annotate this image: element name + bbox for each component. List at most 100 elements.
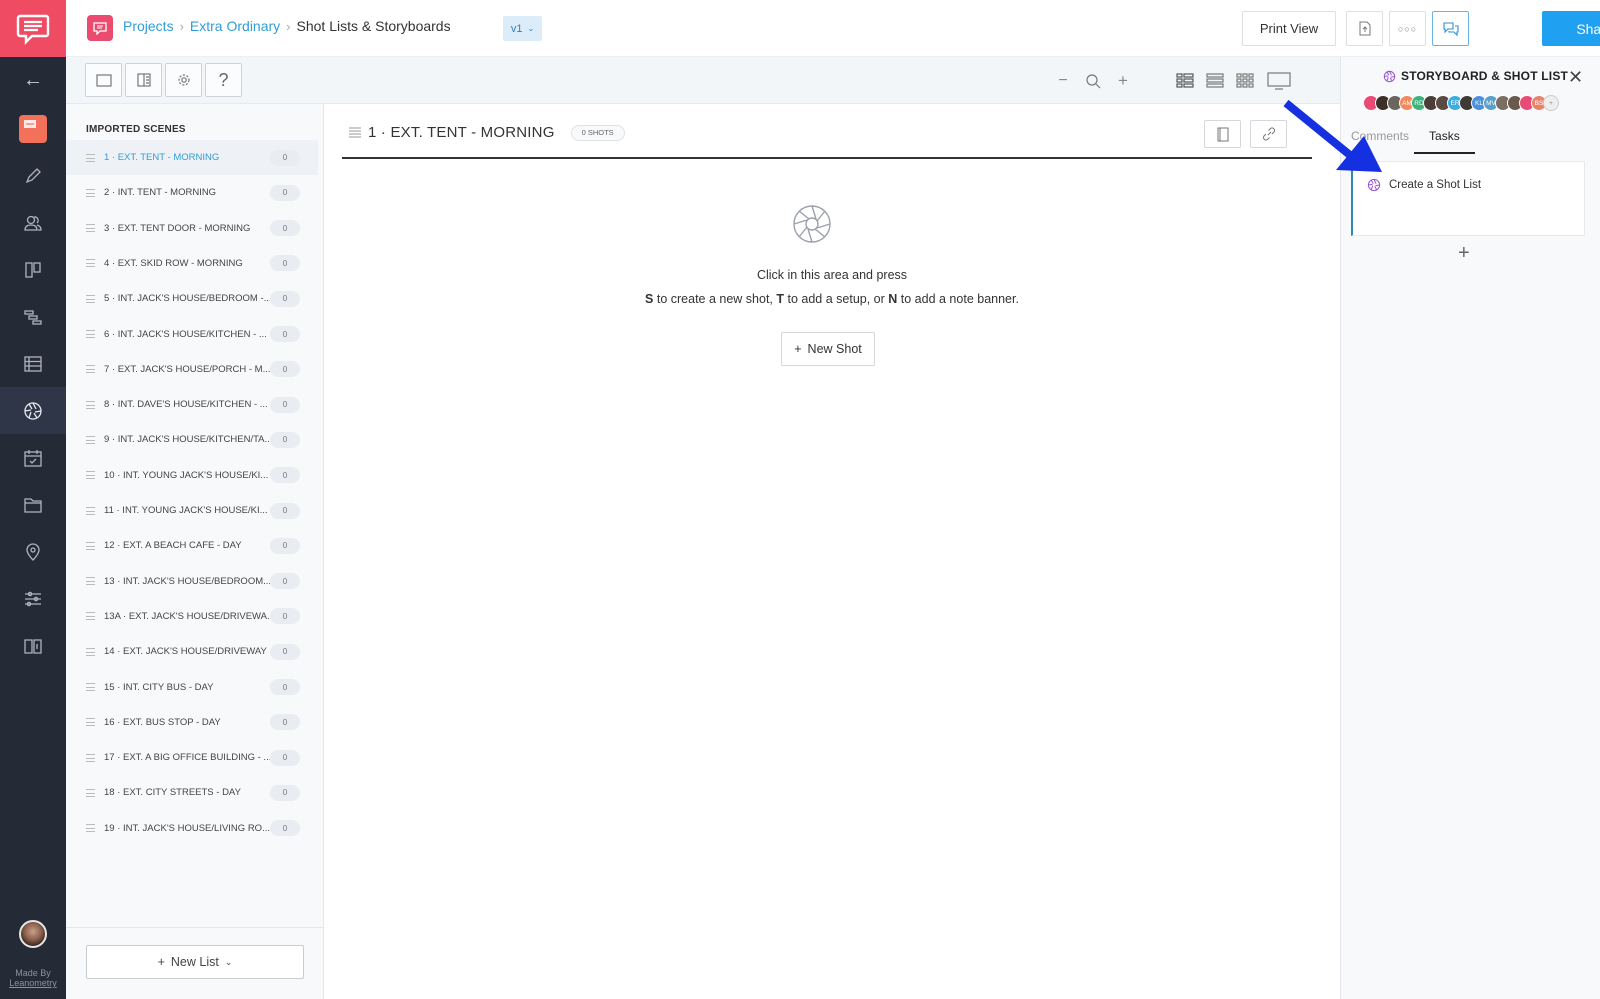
share-button[interactable]: Share bbox=[1542, 11, 1600, 46]
settings-button[interactable] bbox=[165, 63, 202, 97]
drag-handle-icon[interactable] bbox=[86, 824, 95, 833]
tab-tasks[interactable]: Tasks bbox=[1429, 129, 1460, 143]
drag-handle-icon[interactable] bbox=[86, 753, 95, 762]
new-list-button[interactable]: + New List ⌄ bbox=[86, 945, 304, 979]
chevron-down-icon: ⌄ bbox=[527, 24, 535, 33]
shot-count-badge: 0 bbox=[270, 184, 300, 201]
scene-list-item[interactable]: 12 · EXT. A BEACH CAFE - DAY 0 bbox=[66, 528, 318, 563]
print-view-button[interactable]: Print View bbox=[1242, 11, 1336, 46]
zoom-out-button[interactable]: − bbox=[1052, 71, 1074, 91]
scene-list-item[interactable]: 4 · EXT. SKID ROW - MORNING 0 bbox=[66, 246, 318, 281]
rail-item-breakdown[interactable] bbox=[0, 340, 66, 387]
drag-handle-icon[interactable] bbox=[86, 224, 95, 233]
more-button[interactable]: ○○○ bbox=[1389, 11, 1426, 46]
zoom-reset-button[interactable] bbox=[1082, 71, 1104, 91]
comments-toggle-button[interactable] bbox=[1432, 11, 1469, 46]
new-shot-button[interactable]: + New Shot bbox=[781, 332, 875, 366]
close-panel-button[interactable]: ✕ bbox=[1568, 67, 1583, 88]
rail-item-settings[interactable] bbox=[0, 575, 66, 622]
scene-list-item[interactable]: 19 · INT. JACK'S HOUSE/LIVING RO... 0 bbox=[66, 811, 318, 846]
collaborator-avatars: AM RD ER KL MV BS + bbox=[1363, 95, 1559, 111]
shot-list-canvas[interactable]: 1 · EXT. TENT - MORNING 0 SHOTS Click in… bbox=[324, 104, 1340, 999]
studiobinder-logo[interactable] bbox=[0, 0, 66, 57]
scene-list-item[interactable]: 3 · EXT. TENT DOOR - MORNING 0 bbox=[66, 211, 318, 246]
rail-item-moodboard[interactable] bbox=[0, 246, 66, 293]
split-view-button[interactable] bbox=[125, 63, 162, 97]
drag-handle-icon[interactable] bbox=[86, 718, 95, 727]
rail-item-schedule[interactable] bbox=[0, 293, 66, 340]
plus-icon: + bbox=[794, 342, 802, 356]
view-grid-button[interactable] bbox=[1234, 71, 1256, 91]
breadcrumb-projects[interactable]: Projects bbox=[123, 18, 174, 34]
rail-item-script[interactable] bbox=[0, 152, 66, 199]
scene-list-item[interactable]: 14 · EXT. JACK'S HOUSE/DRIVEWAY 0 bbox=[66, 634, 318, 669]
drag-handle-icon[interactable] bbox=[86, 647, 95, 656]
drag-handle-icon[interactable] bbox=[86, 330, 95, 338]
chat-logo-icon bbox=[16, 14, 50, 45]
notebook-icon bbox=[1217, 127, 1228, 141]
scene-list-item[interactable]: 15 · INT. CITY BUS - DAY 0 bbox=[66, 670, 318, 705]
task-card[interactable]: Create a Shot List bbox=[1351, 161, 1585, 236]
tab-comments[interactable]: Comments bbox=[1351, 129, 1409, 143]
drag-handle-icon[interactable] bbox=[86, 612, 95, 621]
location-pin-icon bbox=[26, 542, 40, 561]
leanometry-link[interactable]: Leanometry bbox=[9, 978, 57, 988]
shot-count-badge: 0 bbox=[270, 502, 300, 519]
view-presentation-button[interactable] bbox=[1266, 71, 1292, 91]
scene-link-button[interactable] bbox=[1250, 120, 1287, 148]
scene-list-item[interactable]: 5 · INT. JACK'S HOUSE/BEDROOM -... 0 bbox=[66, 281, 318, 316]
drag-handle-icon[interactable] bbox=[86, 365, 95, 374]
scene-list-item[interactable]: 2 · INT. TENT - MORNING 0 bbox=[66, 175, 318, 210]
project-card-icon bbox=[19, 114, 47, 143]
zoom-in-button[interactable]: + bbox=[1112, 71, 1134, 91]
scene-list-item[interactable]: 6 · INT. JACK'S HOUSE/KITCHEN - ... 0 bbox=[66, 317, 318, 352]
scene-list-item[interactable]: 18 · EXT. CITY STREETS - DAY 0 bbox=[66, 775, 318, 810]
shortcut-key-t: T bbox=[776, 292, 785, 306]
drag-handle-icon[interactable] bbox=[86, 435, 95, 444]
drag-handle-icon[interactable] bbox=[86, 471, 95, 480]
version-label: v1 bbox=[510, 22, 523, 35]
drag-handle-icon[interactable] bbox=[86, 188, 95, 197]
drag-handle-icon[interactable] bbox=[86, 400, 95, 409]
rail-item-projects[interactable] bbox=[0, 105, 66, 152]
drag-handle-icon[interactable] bbox=[86, 153, 95, 162]
scene-list-item[interactable]: 10 · INT. YOUNG JACK'S HOUSE/KI... 0 bbox=[66, 458, 318, 493]
rail-item-shot-list[interactable] bbox=[0, 387, 66, 434]
user-avatar[interactable] bbox=[19, 920, 47, 948]
drag-handle-icon[interactable] bbox=[86, 683, 95, 691]
view-list-button[interactable] bbox=[1204, 71, 1226, 91]
rail-item-characters[interactable] bbox=[0, 199, 66, 246]
rail-item-calendar[interactable] bbox=[0, 434, 66, 481]
add-task-button[interactable]: + bbox=[1458, 242, 1470, 265]
scene-list-item[interactable]: 9 · INT. JACK'S HOUSE/KITCHEN/TA... 0 bbox=[66, 422, 318, 457]
drag-handle-icon[interactable] bbox=[86, 259, 95, 268]
scene-list-item[interactable]: 13A · EXT. JACK'S HOUSE/DRIVEWA... 0 bbox=[66, 599, 318, 634]
rail-item-guide[interactable] bbox=[0, 622, 66, 669]
scene-list-item[interactable]: 7 · EXT. JACK'S HOUSE/PORCH - M... 0 bbox=[66, 352, 318, 387]
drag-handle-icon[interactable] bbox=[86, 541, 95, 550]
scene-list-item[interactable]: 17 · EXT. A BIG OFFICE BUILDING - ... 0 bbox=[66, 740, 318, 775]
storyboard-frame-button[interactable] bbox=[85, 63, 122, 97]
shot-count-badge: 0 bbox=[270, 573, 300, 590]
collaborator-avatar[interactable]: + bbox=[1543, 95, 1559, 111]
back-button[interactable]: ← bbox=[0, 57, 66, 103]
drag-handle-icon[interactable] bbox=[86, 294, 95, 303]
view-detailed-list-button[interactable] bbox=[1174, 71, 1196, 91]
rail-item-files[interactable] bbox=[0, 481, 66, 528]
scene-list-item[interactable]: 13 · INT. JACK'S HOUSE/BEDROOM... 0 bbox=[66, 564, 318, 599]
scene-notes-button[interactable] bbox=[1204, 120, 1241, 148]
scene-list-item[interactable]: 8 · INT. DAVE'S HOUSE/KITCHEN - ... 0 bbox=[66, 387, 318, 422]
version-dropdown[interactable]: v1 ⌄ bbox=[503, 16, 542, 41]
magnifier-icon bbox=[1086, 74, 1101, 89]
scene-list-item[interactable]: 11 · INT. YOUNG JACK'S HOUSE/KI... 0 bbox=[66, 493, 318, 528]
breadcrumb-project[interactable]: Extra Ordinary bbox=[190, 18, 280, 34]
scene-list-item[interactable]: 1 · EXT. TENT - MORNING 0 bbox=[66, 140, 318, 175]
scene-list-item[interactable]: 16 · EXT. BUS STOP - DAY 0 bbox=[66, 705, 318, 740]
drag-handle-icon[interactable] bbox=[86, 506, 95, 515]
scene-divider bbox=[342, 157, 1312, 159]
drag-handle-icon[interactable] bbox=[86, 577, 95, 586]
drag-handle-icon[interactable] bbox=[86, 788, 95, 797]
help-button[interactable]: ? bbox=[205, 63, 242, 97]
export-button[interactable] bbox=[1346, 11, 1383, 46]
rail-item-locations[interactable] bbox=[0, 528, 66, 575]
